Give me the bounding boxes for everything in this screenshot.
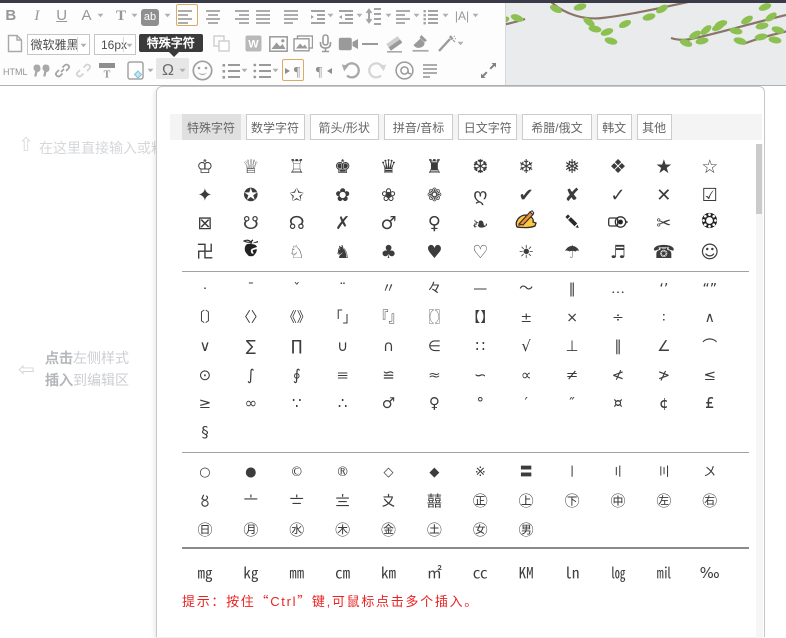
svg-text:T: T [104,70,111,80]
svg-text:¶: ¶ [294,65,301,79]
svg-text:W: W [248,39,259,51]
svg-text:¶: ¶ [316,65,323,79]
